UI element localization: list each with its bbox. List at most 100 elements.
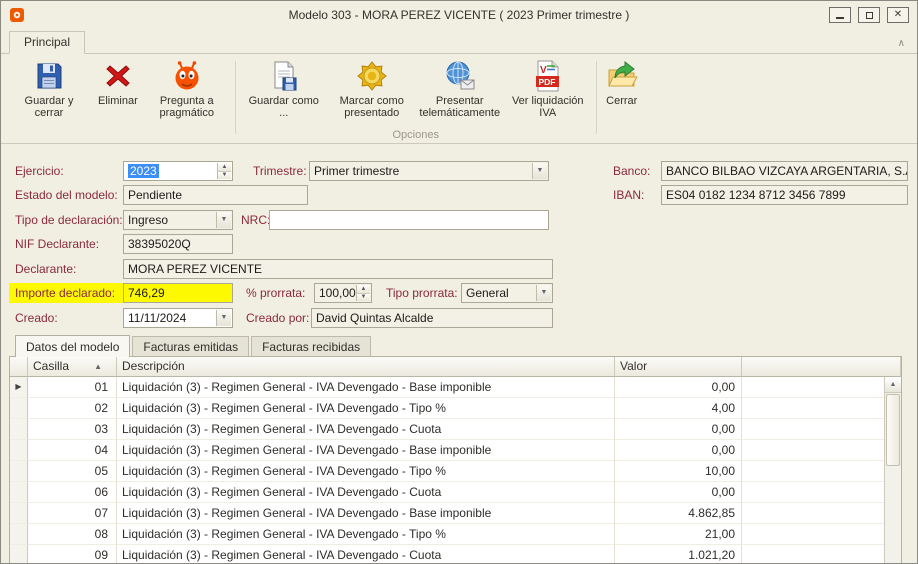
cell-valor: 0,00 bbox=[615, 482, 742, 503]
modelo-303-window: Modelo 303 - MORA PEREZ VICENTE ( 2023 P… bbox=[0, 0, 918, 564]
cell-descripcion: Liquidación (3) - Regimen General - IVA … bbox=[117, 461, 615, 482]
ejercicio-input[interactable]: 2023 ▲▼ bbox=[123, 161, 233, 181]
save-icon bbox=[33, 60, 65, 92]
nif-field[interactable]: 38395020Q bbox=[123, 234, 233, 254]
table-row[interactable]: 03 Liquidación (3) - Regimen General - I… bbox=[10, 419, 901, 440]
estado-value: Pendiente bbox=[128, 188, 182, 202]
prorrata-spinner[interactable]: ▲▼ bbox=[356, 285, 370, 301]
cell-descripcion: Liquidación (3) - Regimen General - IVA … bbox=[117, 377, 615, 398]
row-indicator bbox=[10, 440, 28, 461]
ask-pragmatico-button[interactable]: Pregunta a pragmático bbox=[143, 57, 231, 122]
title-bar: Modelo 303 - MORA PEREZ VICENTE ( 2023 P… bbox=[1, 1, 917, 29]
nrc-input[interactable] bbox=[269, 210, 549, 230]
column-header-casilla[interactable]: Casilla ▲ bbox=[28, 357, 117, 377]
ejercicio-spinner[interactable]: ▲▼ bbox=[217, 163, 231, 179]
collapse-ribbon-icon[interactable]: ∧ bbox=[894, 38, 909, 53]
cell-filler bbox=[742, 545, 901, 564]
spin-up-icon: ▲ bbox=[356, 285, 370, 293]
column-header-valor[interactable]: Valor bbox=[615, 357, 742, 377]
tab-facturas-recibidas[interactable]: Facturas recibidas bbox=[251, 336, 371, 356]
iban-value: ES04 0182 1234 8712 3456 7899 bbox=[666, 188, 846, 202]
form-area: Ejercicio: 2023 ▲▼ Trimestre: Primer tri… bbox=[1, 144, 917, 334]
tab-principal[interactable]: Principal bbox=[9, 31, 85, 54]
prorrata-value: 100,00 bbox=[319, 286, 356, 300]
close-icon: ✕ bbox=[894, 10, 902, 20]
vertical-scrollbar[interactable]: ▲ bbox=[884, 377, 901, 564]
button-label: Presentar telemáticamente bbox=[419, 95, 500, 119]
button-label: Pregunta a pragmático bbox=[148, 95, 226, 119]
mark-presented-button[interactable]: Marcar como presentado bbox=[328, 57, 416, 122]
cell-filler bbox=[742, 524, 901, 545]
button-label: Guardar como ... bbox=[245, 95, 323, 119]
scroll-up-icon[interactable]: ▲ bbox=[885, 377, 901, 393]
save-as-button[interactable]: Guardar como ... bbox=[240, 57, 328, 122]
pdf-icon: V PDF bbox=[532, 60, 564, 92]
pragmatico-mascot-icon bbox=[171, 60, 203, 92]
cell-casilla: 06 bbox=[28, 482, 117, 503]
maximize-button[interactable] bbox=[858, 7, 880, 23]
banco-field[interactable]: BANCO BILBAO VIZCAYA ARGENTARIA, S.A. ( … bbox=[661, 161, 908, 181]
dropdown-arrow-icon[interactable]: ▼ bbox=[536, 285, 551, 301]
globe-icon bbox=[444, 60, 476, 92]
table-row[interactable]: 07 Liquidación (3) - Regimen General - I… bbox=[10, 503, 901, 524]
view-iva-pdf-button[interactable]: V PDF Ver liquidación IVA bbox=[504, 57, 592, 122]
table-row[interactable]: 02 Liquidación (3) - Regimen General - I… bbox=[10, 398, 901, 419]
table-row[interactable]: 08 Liquidación (3) - Regimen General - I… bbox=[10, 524, 901, 545]
tipo-prorrata-label: Tipo prorrata: bbox=[386, 283, 458, 303]
cell-casilla: 05 bbox=[28, 461, 117, 482]
window-title: Modelo 303 - MORA PEREZ VICENTE ( 2023 P… bbox=[1, 8, 917, 22]
close-button[interactable]: ✕ bbox=[887, 7, 909, 23]
cell-valor: 0,00 bbox=[615, 377, 742, 398]
dropdown-arrow-icon[interactable]: ▼ bbox=[216, 310, 231, 326]
tipo-declaracion-select[interactable]: Ingreso ▼ bbox=[123, 210, 233, 230]
row-indicator bbox=[10, 419, 28, 440]
table-row[interactable]: ▶ 01 Liquidación (3) - Regimen General -… bbox=[10, 377, 901, 398]
minimize-button[interactable] bbox=[829, 7, 851, 23]
table-row[interactable]: 09 Liquidación (3) - Regimen General - I… bbox=[10, 545, 901, 564]
cell-valor: 4,00 bbox=[615, 398, 742, 419]
row-indicator bbox=[10, 461, 28, 482]
table-row[interactable]: 05 Liquidación (3) - Regimen General - I… bbox=[10, 461, 901, 482]
table-row[interactable]: 06 Liquidación (3) - Regimen General - I… bbox=[10, 482, 901, 503]
estado-field[interactable]: Pendiente bbox=[123, 185, 308, 205]
row-indicator bbox=[10, 482, 28, 503]
save-and-close-button[interactable]: Guardar y cerrar bbox=[5, 57, 93, 122]
cell-filler bbox=[742, 398, 901, 419]
button-label: Guardar y cerrar bbox=[10, 95, 88, 119]
creado-date-picker[interactable]: 11/11/2024 ▼ bbox=[123, 308, 233, 328]
ejercicio-value: 2023 bbox=[128, 164, 159, 178]
tab-facturas-emitidas[interactable]: Facturas emitidas bbox=[132, 336, 249, 356]
toolbar-group-close: Cerrar bbox=[599, 55, 645, 142]
column-header-descripcion[interactable]: Descripción bbox=[117, 357, 615, 377]
declarante-field[interactable]: MORA PEREZ VICENTE bbox=[123, 259, 553, 279]
delete-button[interactable]: Eliminar bbox=[93, 57, 143, 110]
creado-por-label: Creado por: bbox=[246, 308, 309, 328]
creado-value: 11/11/2024 bbox=[128, 311, 186, 325]
declarante-value: MORA PEREZ VICENTE bbox=[128, 262, 262, 276]
creado-label: Creado: bbox=[15, 308, 58, 328]
close-window-button[interactable]: Cerrar bbox=[601, 57, 643, 110]
present-online-button[interactable]: Presentar telemáticamente bbox=[416, 57, 504, 122]
gold-seal-icon bbox=[356, 60, 388, 92]
trimestre-select[interactable]: Primer trimestre ▼ bbox=[309, 161, 549, 181]
cell-filler bbox=[742, 482, 901, 503]
prorrata-input[interactable]: 100,00 ▲▼ bbox=[314, 283, 372, 303]
column-header-filler bbox=[742, 357, 901, 377]
table-row[interactable]: 04 Liquidación (3) - Regimen General - I… bbox=[10, 440, 901, 461]
scrollbar-thumb[interactable] bbox=[886, 394, 900, 466]
row-indicator: ▶ bbox=[10, 377, 28, 398]
tipo-prorrata-select[interactable]: General ▼ bbox=[461, 283, 553, 303]
spin-up-icon: ▲ bbox=[217, 163, 231, 171]
cell-valor: 10,00 bbox=[615, 461, 742, 482]
creado-por-value: David Quintas Alcalde bbox=[316, 311, 433, 325]
button-label: Cerrar bbox=[606, 95, 637, 107]
close-folder-icon bbox=[606, 60, 638, 92]
dropdown-arrow-icon[interactable]: ▼ bbox=[216, 212, 231, 228]
creado-por-field[interactable]: David Quintas Alcalde bbox=[311, 308, 553, 328]
cell-casilla: 07 bbox=[28, 503, 117, 524]
importe-field[interactable]: 746,29 bbox=[123, 283, 233, 303]
tab-datos-del-modelo[interactable]: Datos del modelo bbox=[15, 335, 130, 357]
row-indicator bbox=[10, 398, 28, 419]
dropdown-arrow-icon[interactable]: ▼ bbox=[532, 163, 547, 179]
iban-field[interactable]: ES04 0182 1234 8712 3456 7899 bbox=[661, 185, 908, 205]
